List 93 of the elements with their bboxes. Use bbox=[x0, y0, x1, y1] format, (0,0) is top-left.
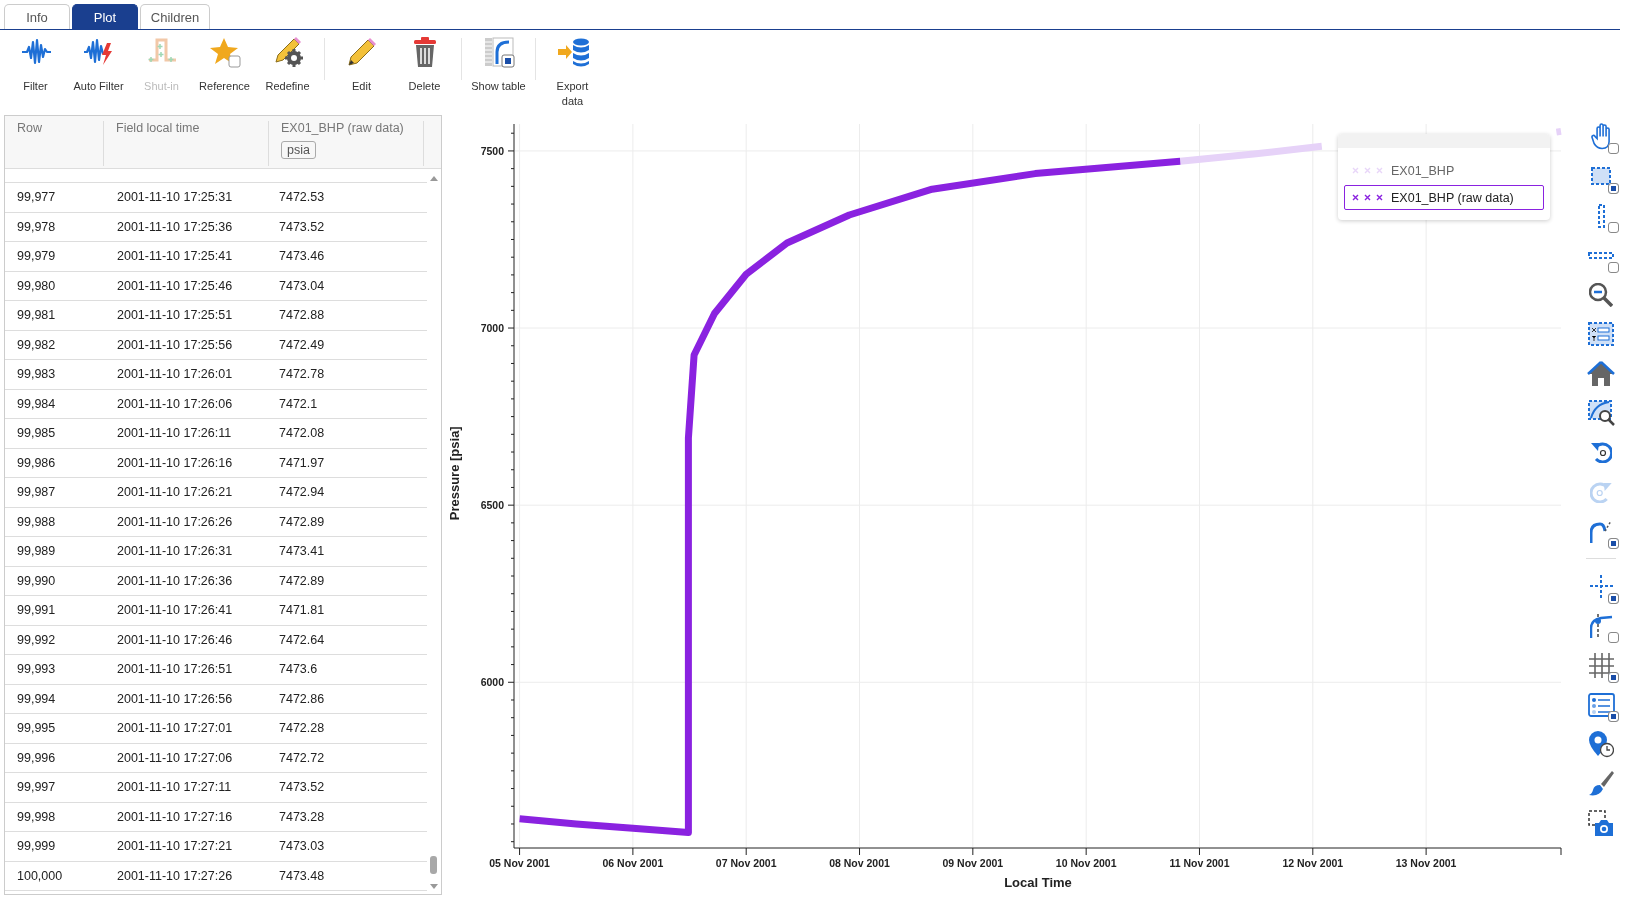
table-cell-text: 99,999 bbox=[16, 839, 57, 854]
legend-label: EX01_BHP bbox=[1391, 163, 1455, 178]
axis-title: Local Time bbox=[1004, 875, 1072, 890]
table-cell-text: 2001-11-10 17:27:11 bbox=[116, 780, 233, 795]
table-cell-text: 7472.72 bbox=[278, 750, 326, 765]
tick-label: 07 Nov 2001 bbox=[715, 857, 777, 869]
table-cell-text: 99,977 bbox=[16, 190, 57, 205]
tick-label: 05 Nov 2001 bbox=[489, 857, 550, 869]
table-cell-text: 7472.53 bbox=[278, 190, 326, 205]
tick-label: 13 Nov 2001 bbox=[1395, 857, 1457, 869]
table-cell-text: 2001-11-10 17:25:36 bbox=[116, 219, 234, 234]
table-cell-text: 99,988 bbox=[16, 514, 57, 529]
table-cell-text: 2001-11-10 17:27:21 bbox=[116, 839, 234, 854]
table-cell-text: 7472.86 bbox=[278, 691, 326, 706]
table-cell-text: 7473.52 bbox=[278, 780, 326, 795]
table-cell-text: 99,995 bbox=[16, 721, 57, 736]
table-cell-text: 99,984 bbox=[16, 396, 57, 411]
table-cell-text: 2001-11-10 17:26:31 bbox=[116, 544, 234, 559]
table-cell-text: 99,978 bbox=[16, 219, 57, 234]
table-cell-text: 7472.89 bbox=[278, 573, 326, 588]
table-cell-text: 99,997 bbox=[16, 780, 57, 795]
tick-label: 10 Nov 2001 bbox=[1055, 857, 1117, 869]
table-cell-text: 2001-11-10 17:25:56 bbox=[116, 337, 234, 352]
table-cell-text: 2001-11-10 17:26:01 bbox=[116, 367, 234, 382]
table-cell-text: 7472.88 bbox=[278, 308, 326, 323]
table-cell-text: 2001-11-10 17:26:41 bbox=[116, 603, 234, 618]
table-cell-text: 2001-11-10 17:26:51 bbox=[116, 662, 234, 677]
table-cell-text: 2001-11-10 17:27:06 bbox=[116, 750, 234, 765]
table-cell-text: 2001-11-10 17:26:16 bbox=[116, 455, 234, 470]
table-cell-text: 7473.03 bbox=[278, 839, 326, 854]
column-title: Field local time bbox=[116, 121, 201, 135]
table-cell-text: 99,991 bbox=[16, 603, 57, 618]
table-cell-text: 2001-11-10 17:26:26 bbox=[116, 514, 234, 529]
table-cell-text: 2001-11-10 17:27:26 bbox=[116, 868, 234, 883]
table-cell-text: 99,992 bbox=[16, 632, 57, 647]
table-cell-text: 99,998 bbox=[16, 809, 57, 824]
table-cell-text: 100,000 bbox=[16, 868, 64, 883]
table-cell-text: 7473.6 bbox=[278, 662, 319, 677]
table-cell-text: 2001-11-10 17:26:21 bbox=[116, 485, 234, 500]
table-cell-text: 7472.08 bbox=[278, 426, 326, 441]
tick-label: 12 Nov 2001 bbox=[1282, 857, 1344, 869]
table-cell-text: 99,990 bbox=[16, 573, 57, 588]
table-cell-text: 7471.97 bbox=[278, 455, 326, 470]
table-cell-text: 7471.81 bbox=[278, 603, 326, 618]
table-cell-text: 7472.94 bbox=[278, 485, 326, 500]
table-cell-text: 2001-11-10 17:27:16 bbox=[116, 809, 234, 824]
table-cell-text: 2001-11-10 17:25:46 bbox=[116, 278, 234, 293]
tick-label: 09 Nov 2001 bbox=[942, 857, 1004, 869]
table-cell-text: 99,993 bbox=[16, 662, 57, 677]
table-cell-text: 2001-11-10 17:26:56 bbox=[116, 691, 234, 706]
tick-label: 7000 bbox=[480, 322, 504, 335]
table-cell-text: 7472.28 bbox=[278, 721, 326, 736]
table-cell-text: 7473.52 bbox=[278, 219, 326, 234]
tick-label: 7500 bbox=[480, 144, 504, 157]
legend-label: EX01_BHP (raw data) bbox=[1391, 190, 1514, 205]
table-cell-text: 7472.64 bbox=[278, 632, 326, 647]
tick-label: 6500 bbox=[480, 499, 504, 512]
table-cell-text: 2001-11-10 17:25:31 bbox=[116, 190, 234, 205]
column-title: EX01_BHP (raw data) bbox=[281, 121, 405, 135]
table-cell-text: 99,986 bbox=[16, 455, 57, 470]
table-cell-text: 7472.89 bbox=[278, 514, 326, 529]
table-cell-text: 2001-11-10 17:25:51 bbox=[116, 308, 234, 323]
table-cell-text: 7472.78 bbox=[278, 367, 326, 382]
tick-label: 06 Nov 2001 bbox=[602, 857, 664, 869]
tick-label: 11 Nov 2001 bbox=[1169, 857, 1230, 869]
table-cell-text: 2001-11-10 17:26:46 bbox=[116, 632, 234, 647]
table-cell-text: 2001-11-10 17:26:36 bbox=[116, 573, 234, 588]
tick-label: 6000 bbox=[480, 676, 504, 689]
table-cell-text: 2001-11-10 17:25:41 bbox=[116, 249, 234, 264]
table-cell-text: 7473.04 bbox=[278, 278, 326, 293]
table-cell-text: 99,983 bbox=[16, 367, 57, 382]
table-cell-text: 99,994 bbox=[16, 691, 57, 706]
table-cell-text: 99,996 bbox=[16, 750, 57, 765]
column-title: Row bbox=[17, 121, 43, 135]
table-cell-text: 7473.28 bbox=[278, 809, 326, 824]
table-cell-text: 7472.1 bbox=[278, 396, 319, 411]
unit-tag: psia bbox=[281, 141, 316, 159]
table-cell-text: 99,989 bbox=[16, 544, 57, 559]
table-cell-text: 2001-11-10 17:26:11 bbox=[116, 426, 233, 441]
table-cell-text: 7473.46 bbox=[278, 249, 326, 264]
table-cell-text: 7472.49 bbox=[278, 337, 326, 352]
table-cell-text: 99,985 bbox=[16, 426, 57, 441]
tick-label: 08 Nov 2001 bbox=[829, 857, 890, 869]
table-cell-text: 2001-11-10 17:26:06 bbox=[116, 396, 234, 411]
table-cell-text: 7473.48 bbox=[278, 868, 326, 883]
table-cell-text: 99,979 bbox=[16, 249, 57, 264]
table-cell-text: 2001-11-10 17:27:01 bbox=[116, 721, 234, 736]
table-cell-text: 99,987 bbox=[16, 485, 57, 500]
table-cell-text: 7473.41 bbox=[278, 544, 326, 559]
axis-title: Pressure [psia] bbox=[447, 426, 462, 521]
table-cell-text: 99,980 bbox=[16, 278, 57, 293]
table-cell-text: 99,981 bbox=[16, 308, 57, 323]
table-cell-text: 99,982 bbox=[16, 337, 57, 352]
